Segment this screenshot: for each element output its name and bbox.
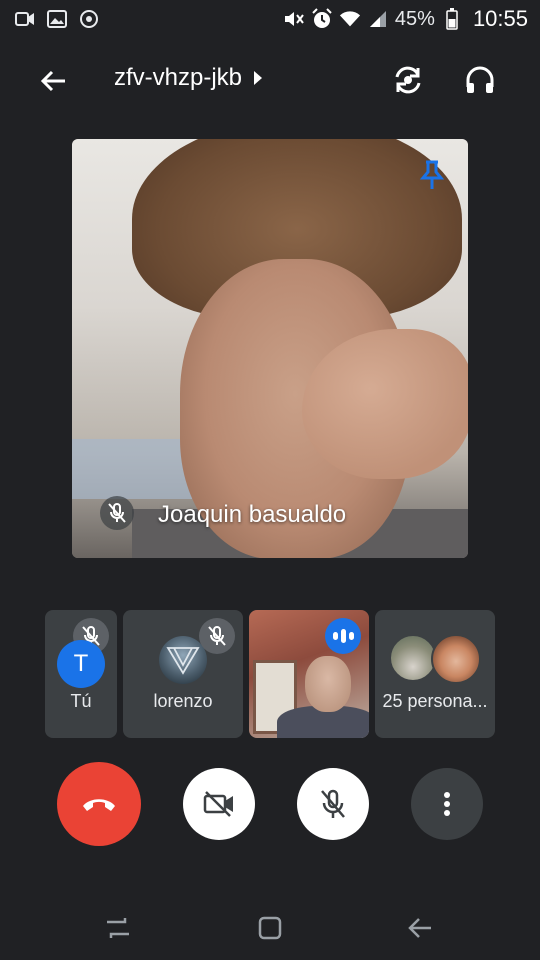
- back-arrow-icon: [40, 70, 65, 92]
- top-app-bar: zfv-vhzp-jkb: [0, 44, 540, 114]
- back-button[interactable]: [30, 58, 76, 104]
- wifi-icon: [339, 8, 361, 30]
- avatar: [431, 634, 481, 684]
- battery-icon: [441, 8, 463, 30]
- tile-mute-badge: [199, 618, 235, 654]
- meeting-title[interactable]: zfv-vhzp-jkb: [114, 64, 263, 92]
- video-scene-shelf: [72, 439, 192, 499]
- alarm-icon: [311, 8, 333, 30]
- nav-back-button[interactable]: [400, 908, 440, 948]
- mic-toggle-button[interactable]: [297, 768, 369, 840]
- recent-apps-button[interactable]: [98, 908, 138, 948]
- audio-output-button[interactable]: [456, 56, 504, 104]
- participant-tile-others[interactable]: 25 persona...: [375, 610, 495, 738]
- gallery-icon: [46, 8, 68, 30]
- back-icon: [408, 918, 431, 938]
- main-video-tile[interactable]: Joaquin basualdo: [72, 139, 468, 558]
- speaking-indicator-icon: [325, 618, 361, 654]
- participant-tile-you[interactable]: T Tú: [45, 610, 117, 738]
- switch-camera-button[interactable]: [384, 56, 432, 104]
- status-left: [14, 8, 100, 30]
- recent-apps-icon: [107, 918, 129, 938]
- headphones-icon: [466, 66, 494, 93]
- more-options-icon: [444, 792, 450, 816]
- end-call-icon: [83, 799, 115, 811]
- participant-label: Tú: [70, 691, 92, 711]
- status-bar: 45% 10:55: [0, 0, 540, 38]
- participant-label: 25 persona...: [382, 691, 488, 711]
- video-call-icon: [14, 8, 36, 30]
- video-scene-head: [305, 656, 351, 712]
- mic-off-icon: [208, 626, 226, 646]
- more-options-button[interactable]: [411, 768, 483, 840]
- system-nav-bar: [0, 892, 540, 960]
- participant-tile-lorenzo[interactable]: lorenzo: [123, 610, 243, 738]
- battery-percent: 45%: [394, 7, 435, 30]
- caret-right-icon: [254, 71, 263, 85]
- participant-label: lorenzo: [153, 691, 213, 711]
- mute-icon: [283, 8, 305, 30]
- signal-icon: [367, 8, 389, 30]
- avatar: T: [57, 640, 105, 688]
- home-button[interactable]: [250, 908, 290, 948]
- clock: 10:55: [472, 6, 528, 31]
- home-icon: [258, 916, 282, 940]
- main-mic-off-badge: [100, 496, 134, 530]
- camera-off-icon: [203, 791, 233, 817]
- main-participant-name: Joaquin basualdo: [158, 501, 347, 528]
- meeting-code: zfv-vhzp-jkb: [114, 64, 243, 91]
- switch-camera-icon: [395, 66, 421, 94]
- pin-icon[interactable]: [418, 159, 446, 191]
- camera-toggle-button[interactable]: [183, 768, 255, 840]
- avatar: [389, 634, 437, 682]
- participant-tile-video[interactable]: [249, 610, 369, 738]
- sync-icon: [78, 8, 100, 30]
- mic-off-icon: [108, 503, 126, 523]
- status-right: 45% 10:55: [283, 6, 528, 32]
- mic-off-icon: [321, 789, 345, 818]
- triangle-logo-icon: [166, 647, 200, 675]
- end-call-button[interactable]: [57, 762, 141, 846]
